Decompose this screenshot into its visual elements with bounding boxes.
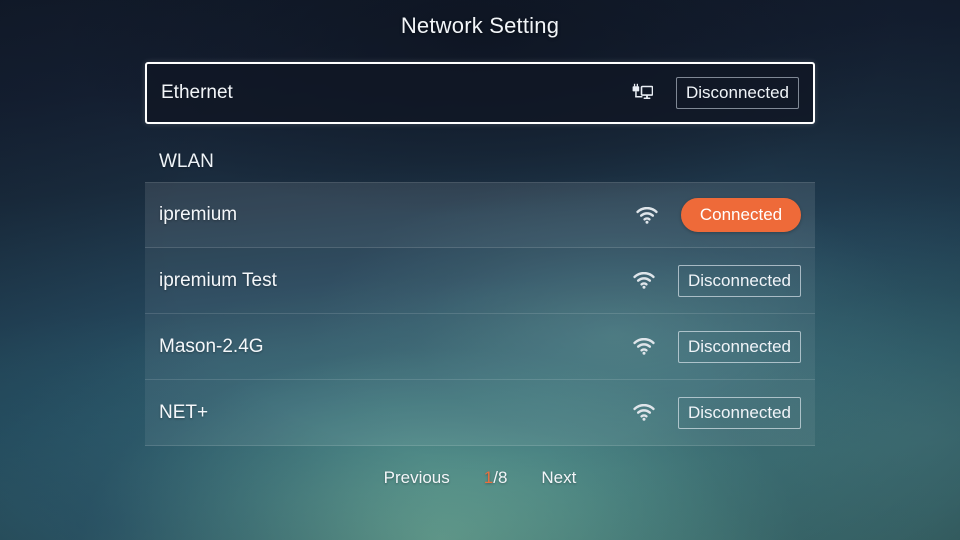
- wifi-icon: [624, 272, 664, 289]
- ethernet-icon: [622, 83, 662, 103]
- wlan-status-button[interactable]: Disconnected: [677, 396, 801, 429]
- wlan-ssid: Mason-2.4G: [159, 335, 264, 357]
- pagination: Previous 1 /8 Next: [0, 468, 960, 488]
- wifi-icon: [624, 404, 664, 421]
- wlan-ssid: ipremium: [159, 204, 238, 225]
- wlan-status-badge[interactable]: Connected: [681, 198, 801, 232]
- previous-page-button[interactable]: Previous: [384, 468, 450, 488]
- wlan-row-mason-24g[interactable]: Mason-2.4G Disconnected: [145, 314, 815, 380]
- current-page-number: 1: [483, 468, 494, 487]
- wlan-section-header: WLAN: [159, 151, 214, 172]
- wlan-ssid: ipremium Test: [159, 269, 277, 291]
- ethernet-row[interactable]: Ethernet Disconnected: [145, 62, 815, 124]
- next-page-button[interactable]: Next: [541, 468, 576, 488]
- page-title: Network Setting: [400, 13, 560, 38]
- wlan-ssid: NET+: [159, 401, 209, 423]
- wlan-row-ipremium-test[interactable]: ipremium Test Disconnected: [145, 248, 815, 314]
- ethernet-status-button[interactable]: Disconnected: [675, 77, 799, 109]
- page-indicator: 1 /8: [484, 468, 508, 488]
- wifi-icon: [627, 206, 667, 224]
- wlan-status-button[interactable]: Disconnected: [677, 264, 801, 297]
- wlan-row-ipremium[interactable]: ipremium Connected: [145, 182, 815, 248]
- network-setting-screen: Network Setting Ethernet Disconnected WL…: [0, 0, 960, 540]
- wlan-status-button[interactable]: Disconnected: [677, 330, 801, 363]
- wlan-network-list: ipremium Connected ipremium Test Disconn…: [145, 182, 815, 446]
- wifi-icon: [624, 338, 664, 355]
- network-list: Ethernet Disconnected WLAN ipremium Conn…: [145, 62, 815, 446]
- total-pages: /8: [493, 468, 508, 487]
- wlan-row-net-plus[interactable]: NET+ Disconnected: [145, 380, 815, 446]
- ethernet-label: Ethernet: [161, 82, 233, 103]
